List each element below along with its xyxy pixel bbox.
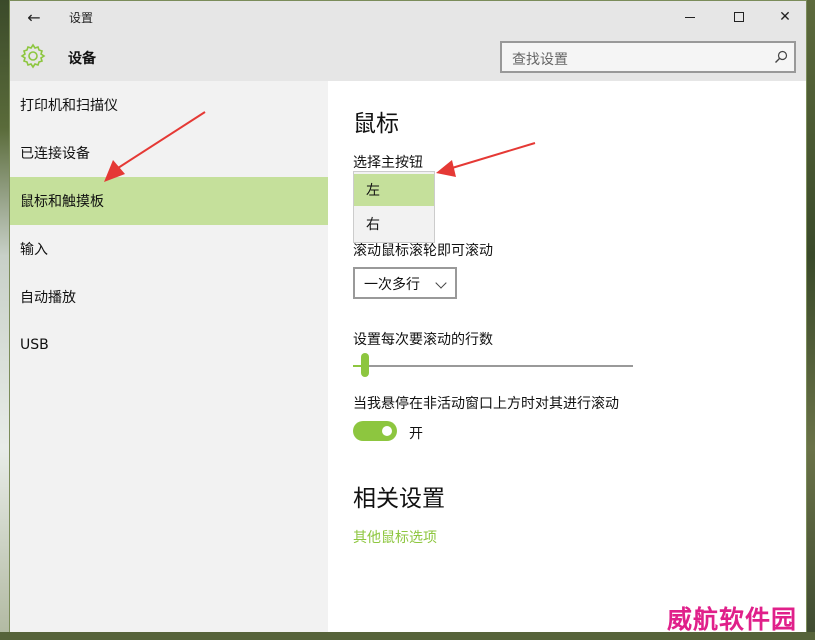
- search-input[interactable]: 查找设置: [500, 41, 796, 73]
- dropdown-option-left[interactable]: 左: [354, 174, 434, 206]
- section-title-related: 相关设置: [353, 486, 445, 512]
- other-mouse-options-link[interactable]: 其他鼠标选项: [353, 527, 437, 547]
- sidebar-item-printers[interactable]: 打印机和扫描仪: [10, 81, 328, 129]
- page-title: 设备: [68, 51, 96, 67]
- slider-thumb[interactable]: [361, 353, 370, 377]
- close-icon: ✕: [779, 9, 791, 25]
- page-header: 设备 查找设置: [10, 33, 806, 81]
- window-title: 设置: [69, 11, 94, 25]
- sidebar-item-usb[interactable]: USB: [10, 321, 328, 369]
- title-bar: ← 设置 ✕: [10, 1, 806, 33]
- scroll-mode-value: 一次多行: [364, 277, 420, 293]
- search-placeholder: 查找设置: [512, 52, 568, 68]
- sidebar-nav: 打印机和扫描仪 已连接设备 鼠标和触摸板 输入 自动播放 USB: [10, 81, 328, 632]
- sidebar-item-typing[interactable]: 输入: [10, 225, 328, 273]
- option-label: 左: [366, 183, 380, 199]
- back-button[interactable]: ←: [16, 3, 52, 31]
- minimize-button[interactable]: [667, 1, 713, 33]
- maximize-button[interactable]: [716, 1, 762, 33]
- toggle-knob: [382, 426, 392, 436]
- settings-window: ← 设置 ✕ 设备 查找设置 打印机和扫描仪 已连接设备 鼠标和触摸板 输入 自…: [9, 0, 807, 632]
- slider-fill: [353, 365, 362, 367]
- section-title-mouse: 鼠标: [353, 111, 399, 137]
- lines-to-scroll-label: 设置每次要滚动的行数: [353, 332, 493, 348]
- maximize-icon: [734, 12, 744, 22]
- watermark: 威航软件园: [667, 605, 798, 634]
- sidebar-item-label: 自动播放: [20, 290, 76, 306]
- gear-icon: [20, 43, 46, 69]
- primary-button-label: 选择主按钮: [353, 155, 423, 171]
- sidebar-item-label: 鼠标和触摸板: [20, 194, 104, 210]
- back-arrow-icon: ←: [27, 7, 41, 27]
- sidebar-item-label: 输入: [20, 242, 48, 258]
- main-content: 鼠标 选择主按钮 滚动鼠标滚轮即可滚动 一次多行 设置每次要滚动的行数 当我悬停…: [328, 81, 806, 632]
- sidebar-item-mouse-touchpad[interactable]: 鼠标和触摸板: [10, 177, 328, 225]
- sidebar-item-connected-devices[interactable]: 已连接设备: [10, 129, 328, 177]
- chevron-down-icon: [435, 277, 447, 289]
- search-icon[interactable]: [774, 50, 788, 64]
- minimize-icon: [685, 16, 695, 18]
- lines-to-scroll-slider[interactable]: [353, 365, 633, 367]
- toggle-state-label: 开: [409, 426, 423, 442]
- scroll-mode-dropdown[interactable]: 一次多行: [353, 267, 457, 299]
- dropdown-option-right[interactable]: 右: [354, 208, 434, 240]
- desktop-background-right: [807, 0, 815, 640]
- option-label: 右: [366, 217, 380, 233]
- scroll-wheel-label: 滚动鼠标滚轮即可滚动: [353, 243, 493, 259]
- sidebar-item-label: 打印机和扫描仪: [20, 98, 118, 114]
- sidebar-item-autoplay[interactable]: 自动播放: [10, 273, 328, 321]
- sidebar-item-label: USB: [20, 337, 49, 353]
- desktop-background-left: [0, 0, 9, 640]
- primary-button-dropdown-list: 左 右: [353, 171, 435, 243]
- sidebar-item-label: 已连接设备: [20, 146, 90, 162]
- inactive-scroll-label: 当我悬停在非活动窗口上方时对其进行滚动: [353, 396, 619, 412]
- inactive-scroll-toggle[interactable]: [353, 421, 397, 441]
- close-button[interactable]: ✕: [762, 1, 808, 33]
